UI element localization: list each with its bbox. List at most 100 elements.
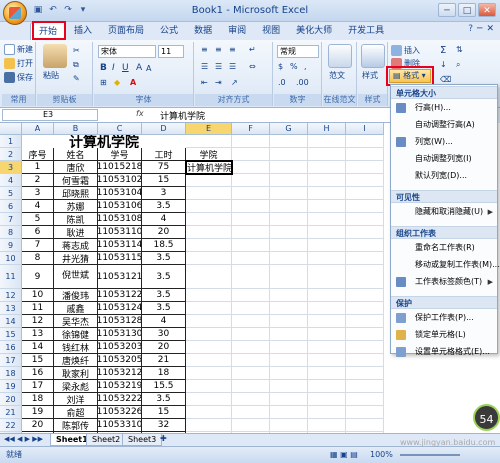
table-cell[interactable]: 4	[142, 315, 186, 328]
grid-cell[interactable]	[232, 380, 270, 393]
table-cell[interactable]: 邱晓熙	[54, 187, 98, 200]
grid-cell[interactable]	[346, 226, 384, 239]
table-cell[interactable]: 19	[22, 406, 54, 419]
menu-item[interactable]: 隐藏和取消隐藏(U) ▶	[391, 205, 497, 219]
grid-cell[interactable]	[308, 315, 346, 328]
grid-cell[interactable]	[308, 239, 346, 252]
grid-cell[interactable]	[308, 341, 346, 354]
font-size-select[interactable]: 11	[158, 45, 184, 58]
grid-cell[interactable]	[186, 315, 232, 328]
formula-input[interactable]: 计算机学院	[160, 109, 205, 122]
border-icon[interactable]: ⊞	[100, 78, 107, 87]
grid-cell[interactable]	[186, 354, 232, 367]
table-cell[interactable]: 11053219	[98, 380, 142, 393]
table-cell[interactable]: 11053222	[98, 393, 142, 406]
grid-cell[interactable]	[270, 200, 308, 213]
align-middle-icon[interactable]: ≡	[215, 45, 222, 54]
minimize-button[interactable]: ─	[438, 3, 456, 17]
styles-button[interactable]: 样式	[362, 70, 378, 81]
grid-cell[interactable]	[346, 315, 384, 328]
table-cell[interactable]: 倪世斌	[54, 265, 98, 289]
table-cell[interactable]: 5	[22, 213, 54, 226]
ribbon-close-icon[interactable]: ✕	[486, 24, 494, 34]
grid-cell[interactable]	[308, 289, 346, 302]
grid-cell[interactable]	[232, 226, 270, 239]
table-cell[interactable]: 2	[22, 174, 54, 187]
zoom-slider[interactable]	[400, 454, 460, 456]
grid-cell[interactable]	[346, 406, 384, 419]
column-header-f[interactable]: F	[232, 123, 270, 135]
grid-cell[interactable]	[232, 367, 270, 380]
table-cell[interactable]: 15	[22, 354, 54, 367]
align-left-icon[interactable]: ☰	[201, 62, 208, 71]
styles-icon[interactable]	[361, 44, 385, 68]
selected-cell-e3[interactable]: 计算机学院	[185, 160, 233, 175]
table-cell[interactable]: 13	[22, 328, 54, 341]
grid-cell[interactable]	[270, 341, 308, 354]
grid-cell[interactable]	[232, 328, 270, 341]
merge-center-icon[interactable]: ⇔	[249, 62, 256, 71]
paste-button[interactable]: 粘贴	[43, 70, 59, 81]
table-cell[interactable]: 蒋志成	[54, 239, 98, 252]
grid-cell[interactable]	[270, 380, 308, 393]
table-cell[interactable]: 9	[22, 265, 54, 289]
grid-cell[interactable]	[232, 341, 270, 354]
table-cell[interactable]: 3	[22, 187, 54, 200]
table-cell[interactable]: 刘洋	[54, 393, 98, 406]
table-header-cell[interactable]: 工时	[142, 148, 186, 161]
help-icon[interactable]: ?	[468, 24, 473, 34]
shrink-font-icon[interactable]: A	[146, 64, 151, 73]
tab-data[interactable]: 数据	[186, 22, 220, 40]
grid-cell[interactable]	[346, 187, 384, 200]
table-header-cell[interactable]: 学号	[98, 148, 142, 161]
grid-cell[interactable]	[186, 341, 232, 354]
grid-cell[interactable]	[186, 252, 232, 265]
table-cell[interactable]: 8	[22, 252, 54, 265]
grid-cell[interactable]	[232, 187, 270, 200]
row-header[interactable]: 8	[0, 226, 22, 239]
row-header[interactable]: 18	[0, 367, 22, 380]
menu-item[interactable]: 锁定单元格(L)	[391, 328, 497, 342]
table-cell[interactable]: 4	[142, 213, 186, 226]
autosum-icon[interactable]: Σ	[440, 45, 446, 56]
row-header[interactable]: 17	[0, 354, 22, 367]
name-box[interactable]: E3	[2, 109, 98, 121]
underline-button[interactable]: U	[122, 63, 129, 73]
table-cell[interactable]: 21	[142, 354, 186, 367]
table-cell[interactable]: 梁永彪	[54, 380, 98, 393]
table-header-cell[interactable]: 序号	[22, 148, 54, 161]
menu-item[interactable]: 移动或复制工作表(M)...	[391, 258, 500, 272]
table-cell[interactable]: 7	[22, 239, 54, 252]
table-cell[interactable]: 陈凯	[54, 213, 98, 226]
grid-cell[interactable]	[186, 239, 232, 252]
grid-cell[interactable]	[346, 239, 384, 252]
grid-cell[interactable]	[270, 289, 308, 302]
grid-cell[interactable]	[308, 135, 346, 148]
table-cell[interactable]: 11053203	[98, 341, 142, 354]
grid-cell[interactable]	[270, 239, 308, 252]
grid-cell[interactable]	[232, 135, 270, 148]
menu-item[interactable]: 行高(H)...	[391, 101, 497, 115]
grid-cell[interactable]	[232, 174, 270, 187]
table-cell[interactable]: 20	[142, 341, 186, 354]
grid-cell[interactable]	[346, 289, 384, 302]
table-cell[interactable]: 3.5	[142, 302, 186, 315]
menu-item[interactable]: 默认列宽(D)...	[391, 169, 497, 183]
table-cell[interactable]: 18	[142, 367, 186, 380]
table-cell[interactable]: 3.5	[142, 252, 186, 265]
table-cell[interactable]: 11053205	[98, 354, 142, 367]
grid-cell[interactable]	[186, 174, 232, 187]
row-header[interactable]: 3	[0, 161, 22, 174]
grid-cell[interactable]	[232, 289, 270, 302]
percent-icon[interactable]: %	[290, 62, 298, 71]
grid-cell[interactable]	[232, 200, 270, 213]
sheet-title[interactable]: 计算机学院	[22, 135, 186, 148]
grid-cell[interactable]	[308, 200, 346, 213]
column-header-e[interactable]: E	[186, 123, 232, 135]
grid-cell[interactable]	[186, 187, 232, 200]
tab-beautify[interactable]: 美化大师	[288, 22, 340, 40]
grid-cell[interactable]	[308, 174, 346, 187]
bold-button[interactable]: B	[100, 63, 107, 73]
align-right-icon[interactable]: ☰	[229, 62, 236, 71]
menu-item[interactable]: 列宽(W)...	[391, 135, 497, 149]
